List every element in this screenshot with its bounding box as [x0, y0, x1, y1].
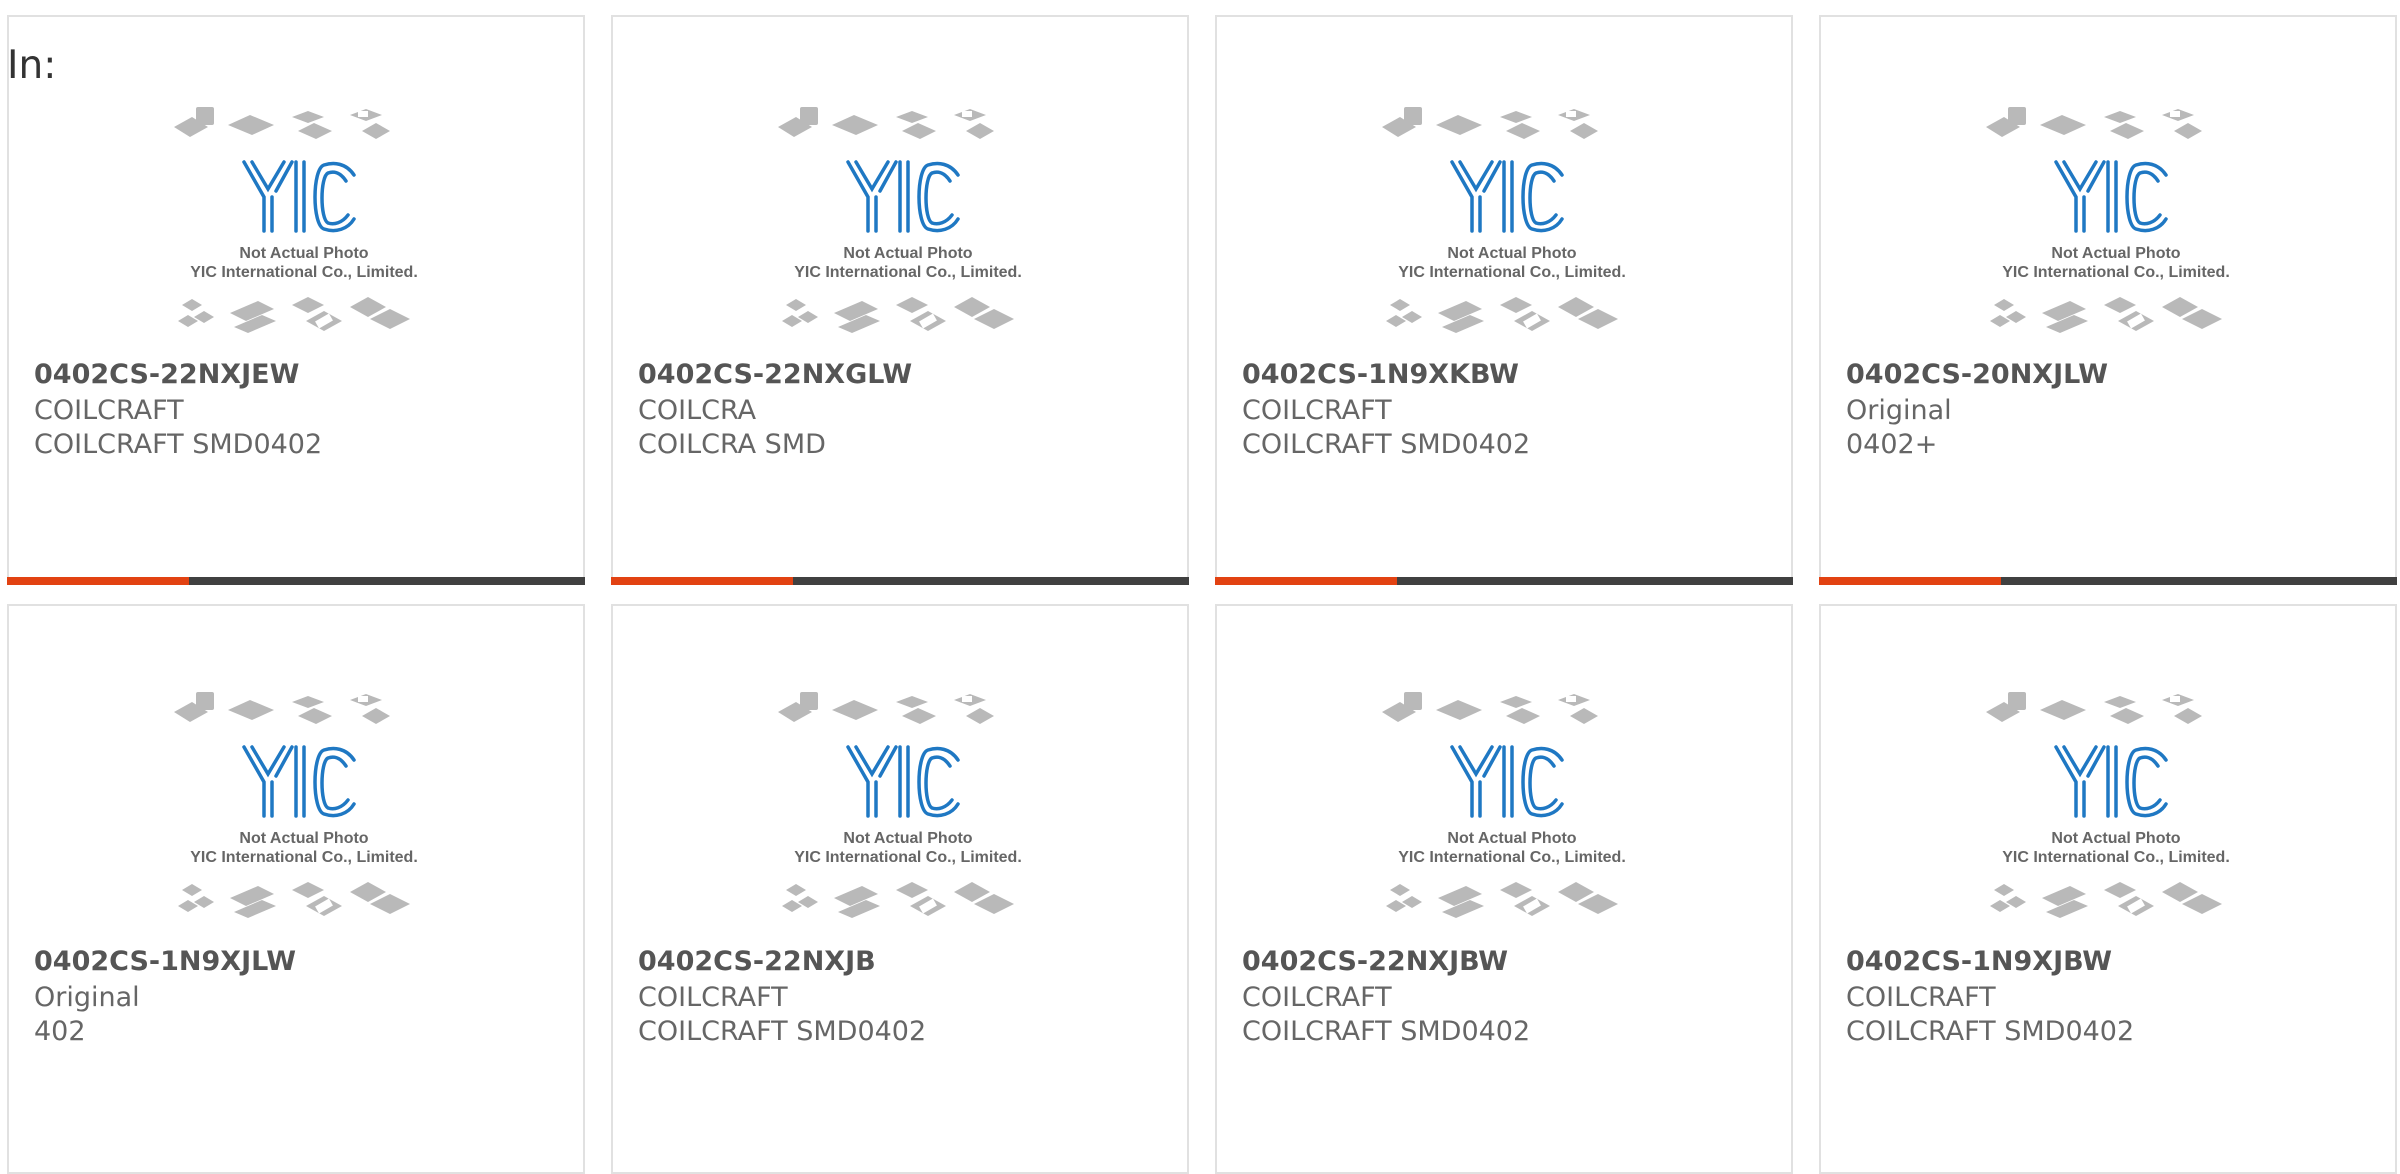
filter-label: In:	[7, 43, 57, 88]
package-label: COILCRAFT SMD0402	[1846, 1016, 2135, 1047]
brand-label: Original	[1846, 395, 1952, 426]
chip-icons-bottom	[1990, 297, 2222, 333]
card-accent-fill	[1215, 577, 1397, 585]
card-accent-bar	[1215, 577, 1793, 585]
product-image[interactable]: Not Actual Photo YIC International Co., …	[1372, 107, 1652, 352]
product-image[interactable]: Not Actual Photo YIC International Co., …	[1372, 692, 1652, 937]
part-number-link[interactable]: 0402CS-22NXJB	[638, 946, 876, 977]
thumb-caption-2: YIC International Co., Limited.	[2002, 849, 2230, 866]
card-accent-fill	[7, 577, 189, 585]
thumb-caption-1: Not Actual Photo	[2051, 830, 2180, 847]
brand-label: COILCRAFT	[638, 982, 788, 1013]
product-image[interactable]: Not Actual Photo YIC International Co., …	[1976, 692, 2256, 937]
chip-icons-bottom	[1990, 882, 2222, 918]
yic-logo	[2054, 160, 2168, 233]
part-number-link[interactable]: 0402CS-1N9XJBW	[1846, 946, 2112, 977]
brand-label: COILCRAFT	[1846, 982, 1996, 1013]
package-label: COILCRAFT SMD0402	[638, 1016, 927, 1047]
thumb-caption-2: YIC International Co., Limited.	[1398, 849, 1626, 866]
product-image[interactable]: Not Actual Photo YIC International Co., …	[768, 692, 1048, 937]
chip-icons-bottom	[178, 297, 410, 333]
yic-logo	[242, 160, 356, 233]
chip-icons-top	[174, 692, 390, 724]
product-card[interactable]: Not Actual Photo YIC International Co., …	[1819, 604, 2397, 1174]
thumb-caption-2: YIC International Co., Limited.	[794, 264, 1022, 281]
thumb-caption-1: Not Actual Photo	[843, 830, 972, 847]
chip-icons-top	[778, 107, 994, 139]
product-image[interactable]: Not Actual Photo YIC International Co., …	[1976, 107, 2256, 352]
product-card[interactable]: Not Actual Photo YIC International Co., …	[1215, 15, 1793, 585]
package-label: COILCRAFT SMD0402	[1242, 1016, 1531, 1047]
chip-icons-bottom	[782, 882, 1014, 918]
card-accent-bar	[1819, 577, 2397, 585]
product-card[interactable]: Not Actual Photo YIC International Co., …	[7, 15, 585, 585]
part-number-link[interactable]: 0402CS-22NXGLW	[638, 359, 912, 390]
product-card[interactable]: Not Actual Photo YIC International Co., …	[1819, 15, 2397, 585]
part-number-link[interactable]: 0402CS-22NXJBW	[1242, 946, 1508, 977]
product-card[interactable]: Not Actual Photo YIC International Co., …	[611, 15, 1189, 585]
product-card[interactable]: Not Actual Photo YIC International Co., …	[7, 604, 585, 1174]
chip-icons-bottom	[782, 297, 1014, 333]
brand-label: COILCRAFT	[1242, 395, 1392, 426]
brand-label: COILCRAFT	[34, 395, 184, 426]
chip-icons-top	[778, 692, 994, 724]
package-label: COILCRA SMD	[638, 429, 826, 460]
part-number-link[interactable]: 0402CS-1N9XJLW	[34, 946, 296, 977]
yic-logo	[846, 745, 960, 818]
thumb-caption-1: Not Actual Photo	[843, 245, 972, 262]
product-image[interactable]: Not Actual Photo YIC International Co., …	[768, 107, 1048, 352]
package-label: COILCRAFT SMD0402	[1242, 429, 1531, 460]
thumb-caption-1: Not Actual Photo	[2051, 245, 2180, 262]
thumb-caption-2: YIC International Co., Limited.	[2002, 264, 2230, 281]
chip-icons-bottom	[1386, 882, 1618, 918]
thumb-caption-1: Not Actual Photo	[239, 245, 368, 262]
thumb-caption-2: YIC International Co., Limited.	[1398, 264, 1626, 281]
chip-icons-top	[1986, 107, 2202, 139]
thumb-caption-2: YIC International Co., Limited.	[794, 849, 1022, 866]
card-accent-bar	[611, 577, 1189, 585]
part-number-link[interactable]: 0402CS-1N9XKBW	[1242, 359, 1519, 390]
yic-logo	[242, 745, 356, 818]
package-label: 402	[34, 1016, 86, 1047]
product-image[interactable]: Not Actual Photo YIC International Co., …	[164, 692, 444, 937]
chip-icons-top	[1382, 692, 1598, 724]
package-label: 0402+	[1846, 429, 1938, 460]
yic-logo	[2054, 745, 2168, 818]
card-accent-fill	[611, 577, 793, 585]
chip-icons-top	[1986, 692, 2202, 724]
yic-logo	[1450, 745, 1564, 818]
brand-label: Original	[34, 982, 140, 1013]
chip-icons-bottom	[1386, 297, 1618, 333]
yic-logo	[846, 160, 960, 233]
chip-icons-top	[174, 107, 390, 139]
thumb-caption-1: Not Actual Photo	[239, 830, 368, 847]
brand-label: COILCRAFT	[1242, 982, 1392, 1013]
chip-icons-bottom	[178, 882, 410, 918]
thumb-caption-1: Not Actual Photo	[1447, 830, 1576, 847]
product-card[interactable]: Not Actual Photo YIC International Co., …	[1215, 604, 1793, 1174]
chip-icons-top	[1382, 107, 1598, 139]
thumb-caption-1: Not Actual Photo	[1447, 245, 1576, 262]
product-image[interactable]: Not Actual Photo YIC International Co., …	[164, 107, 444, 352]
package-label: COILCRAFT SMD0402	[34, 429, 323, 460]
thumb-caption-2: YIC International Co., Limited.	[190, 849, 418, 866]
card-accent-bar	[7, 577, 585, 585]
card-accent-fill	[1819, 577, 2001, 585]
yic-logo	[1450, 160, 1564, 233]
part-number-link[interactable]: 0402CS-20NXJLW	[1846, 359, 2108, 390]
part-number-link[interactable]: 0402CS-22NXJEW	[34, 359, 299, 390]
brand-label: COILCRA	[638, 395, 757, 426]
product-card[interactable]: Not Actual Photo YIC International Co., …	[611, 604, 1189, 1174]
thumb-caption-2: YIC International Co., Limited.	[190, 264, 418, 281]
